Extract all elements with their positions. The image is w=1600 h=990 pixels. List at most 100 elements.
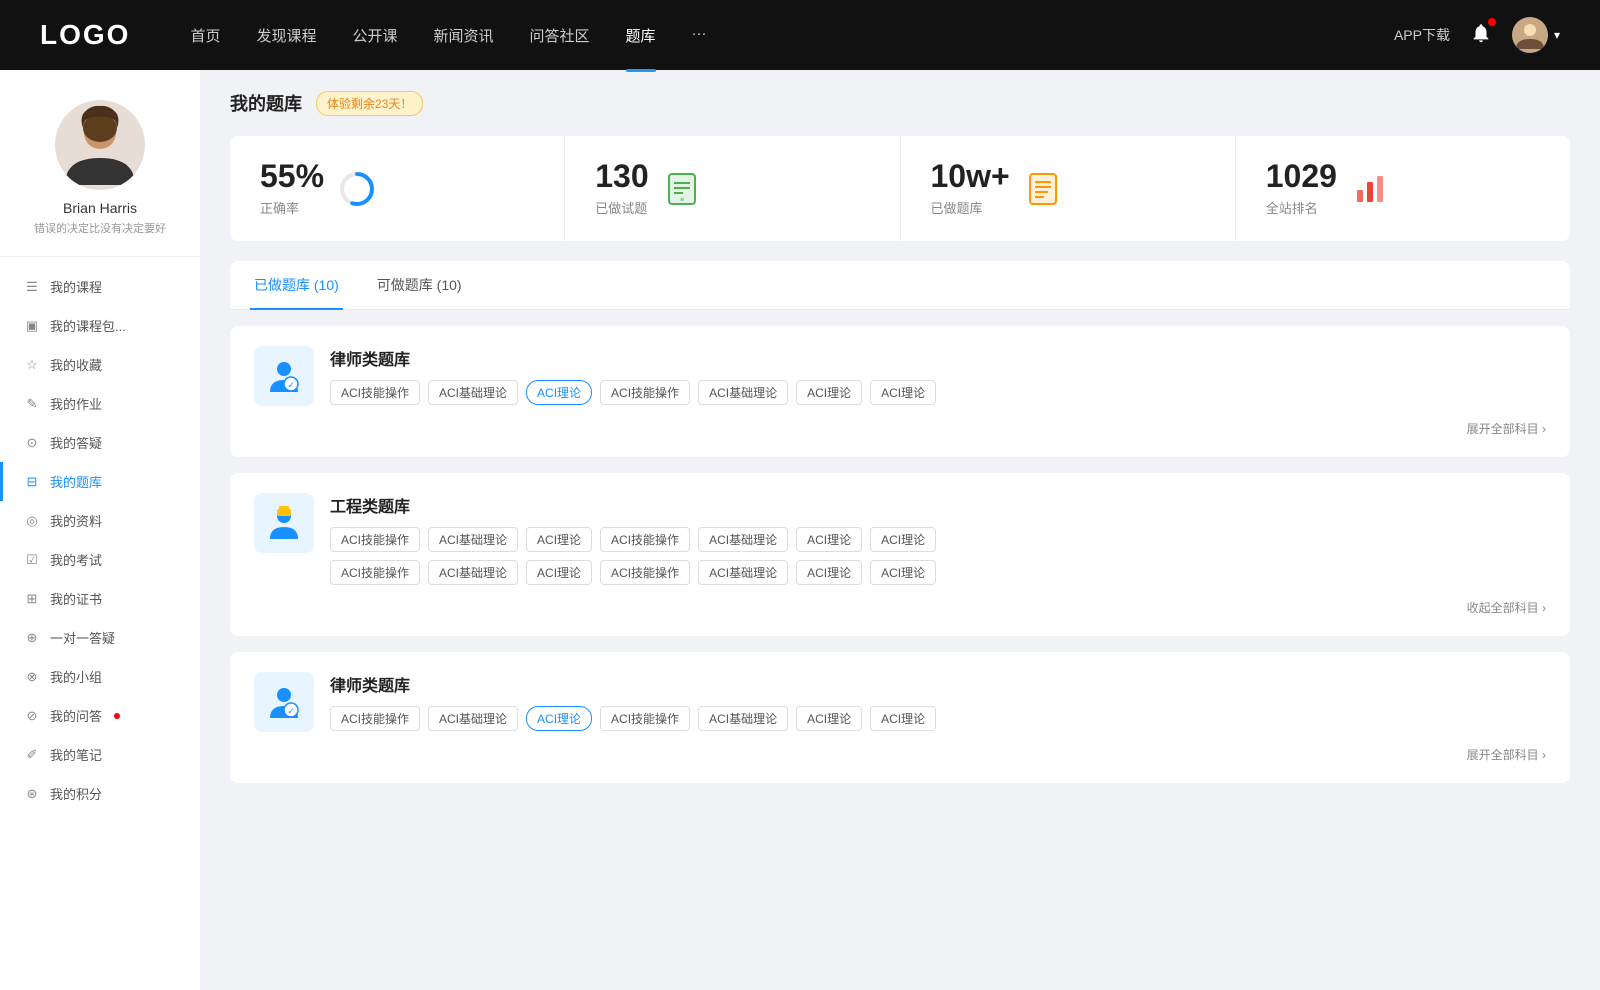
sidebar-item-2[interactable]: ☆ 我的收藏: [0, 345, 200, 384]
sidebar-item-11[interactable]: ⊘ 我的问答: [0, 696, 200, 735]
star-icon: ☆: [24, 357, 40, 373]
unread-badge: [114, 713, 120, 719]
tag[interactable]: ACI理论: [796, 527, 862, 552]
sidebar: Brian Harris 错误的决定比没有决定要好 ☰ 我的课程 ▣ 我的课程包…: [0, 70, 200, 990]
qbank-name: 工程类题库: [330, 493, 1546, 517]
logo[interactable]: LOGO: [40, 19, 130, 51]
avatar: [1512, 17, 1548, 53]
stat-value-1: 130: [595, 160, 648, 192]
tag[interactable]: ACI技能操作: [330, 527, 420, 552]
nav-link-问答社区[interactable]: 问答社区: [530, 21, 590, 50]
sidebar-item-6[interactable]: ◎ 我的资料: [0, 501, 200, 540]
sidebar-item-label: 我的考试: [50, 550, 102, 569]
qbank-card-0: ✓ 律师类题库 ACI技能操作ACI基础理论ACI理论ACI技能操作ACI基础理…: [230, 326, 1570, 457]
sidebar-item-13[interactable]: ⊛ 我的积分: [0, 774, 200, 813]
qbank-header: ✓ 律师类题库 ACI技能操作ACI基础理论ACI理论ACI技能操作ACI基础理…: [254, 346, 1546, 406]
sidebar-item-4[interactable]: ⊙ 我的答疑: [0, 423, 200, 462]
nav-link-公开课[interactable]: 公开课: [352, 21, 397, 50]
qbank-tags: ACI技能操作 ACI基础理论 ACI理论 ACI技能操作 ACI基础理论 ACI理论 AC…: [330, 380, 1546, 405]
nav-link-···[interactable]: ···: [692, 21, 707, 50]
profile-motto: 错误的决定比没有决定要好: [24, 220, 176, 236]
tag[interactable]: ACI技能操作: [330, 706, 420, 731]
tag[interactable]: ACI理论: [796, 560, 862, 585]
qbank-icon: [254, 493, 314, 553]
tag[interactable]: ACI理论: [526, 380, 592, 405]
stat-label-1: 已做试题: [595, 198, 648, 217]
tag[interactable]: ACI理论: [796, 380, 862, 405]
note-icon: ✐: [24, 747, 40, 763]
sidebar-item-9[interactable]: ⊕ 一对一答疑: [0, 618, 200, 657]
nav-link-题库[interactable]: 题库: [626, 21, 656, 50]
sidebar-item-12[interactable]: ✐ 我的笔记: [0, 735, 200, 774]
profile-name: Brian Harris: [63, 200, 137, 216]
tag[interactable]: ACI基础理论: [698, 706, 788, 731]
qbank-name: 律师类题库: [330, 346, 1546, 370]
notif-badge: [1488, 18, 1496, 26]
page-header: 我的题库 体验剩余23天！: [230, 90, 1570, 116]
tag[interactable]: ACI理论: [870, 706, 936, 731]
tag[interactable]: ACI技能操作: [330, 560, 420, 585]
tag[interactable]: ACI基础理论: [428, 706, 518, 731]
stat-label-0: 正确率: [260, 198, 324, 217]
nav-link-首页[interactable]: 首页: [190, 21, 220, 50]
main-layout: Brian Harris 错误的决定比没有决定要好 ☰ 我的课程 ▣ 我的课程包…: [0, 70, 1600, 990]
file-icon: ☰: [24, 279, 40, 295]
expand-link[interactable]: 收起全部科目 ›: [1467, 599, 1546, 616]
tag[interactable]: ACI技能操作: [330, 380, 420, 405]
tag[interactable]: ACI理论: [870, 560, 936, 585]
stat-value-0: 55%: [260, 160, 324, 192]
nav-link-发现课程[interactable]: 发现课程: [256, 21, 316, 50]
tag[interactable]: ACI理论: [870, 527, 936, 552]
qbank-header: 工程类题库 ACI技能操作 ACI基础理论 ACI理论 ACI技能操作 ACI基础理论 A…: [254, 493, 1546, 585]
sidebar-item-0[interactable]: ☰ 我的课程: [0, 267, 200, 306]
tag[interactable]: ACI理论: [526, 560, 592, 585]
tab-row: 已做题库 (10) 可做题库 (10): [230, 261, 1570, 310]
stat-label-3: 全站排名: [1266, 198, 1337, 217]
sidebar-item-5[interactable]: ⊟ 我的题库: [0, 462, 200, 501]
sidebar-item-8[interactable]: ⊞ 我的证书: [0, 579, 200, 618]
tab-1[interactable]: 可做题库 (10): [373, 261, 466, 309]
tag[interactable]: ACI技能操作: [600, 527, 690, 552]
app-download[interactable]: APP下载: [1394, 25, 1450, 45]
points-icon: ⊛: [24, 786, 40, 802]
tag[interactable]: ACI基础理论: [428, 560, 518, 585]
sidebar-item-label: 我的答疑: [50, 433, 102, 452]
doc-icon: ✎: [24, 396, 40, 412]
stat-value-3: 1029: [1266, 160, 1337, 192]
chat-icon: ⊕: [24, 630, 40, 646]
nav-link-新闻资讯[interactable]: 新闻资讯: [434, 21, 494, 50]
expand-link[interactable]: 展开全部科目 ›: [1467, 746, 1546, 763]
sidebar-item-label: 我的笔记: [50, 745, 102, 764]
sidebar-item-10[interactable]: ⊗ 我的小组: [0, 657, 200, 696]
qbank-list: ✓ 律师类题库 ACI技能操作 ACI基础理论 ACI理论 ACI技能操作 ACI基础理…: [230, 326, 1570, 783]
sidebar-item-7[interactable]: ☑ 我的考试: [0, 540, 200, 579]
tag[interactable]: ACI理论: [796, 706, 862, 731]
sidebar-item-label: 我的题库: [50, 472, 102, 491]
group-icon: ⊗: [24, 669, 40, 685]
sidebar-item-label: 我的作业: [50, 394, 102, 413]
notification-icon[interactable]: [1470, 22, 1492, 49]
tag[interactable]: ACI技能操作: [600, 380, 690, 405]
tag[interactable]: ACI基础理论: [698, 527, 788, 552]
tag[interactable]: ACI基础理论: [698, 560, 788, 585]
tag[interactable]: ACI基础理论: [428, 380, 518, 405]
tag[interactable]: ACI理论: [526, 527, 592, 552]
doc-green-icon: ≡: [663, 170, 701, 208]
tag[interactable]: ACI基础理论: [698, 380, 788, 405]
lawyer-icon: ✓: [264, 682, 304, 722]
tag[interactable]: ACI理论: [526, 706, 592, 731]
tag[interactable]: ACI理论: [870, 380, 936, 405]
doc-orange-icon: [1024, 170, 1062, 208]
topnav-right: APP下载 ▾: [1394, 17, 1560, 53]
sidebar-menu: ☰ 我的课程 ▣ 我的课程包... ☆ 我的收藏 ✎ 我的作业 ⊙ 我的答疑 ⊟…: [0, 267, 200, 813]
tag[interactable]: ACI技能操作: [600, 560, 690, 585]
stat-item-1: 130 已做试题 ≡: [565, 136, 900, 241]
tab-0[interactable]: 已做题库 (10): [250, 261, 343, 309]
sidebar-item-1[interactable]: ▣ 我的课程包...: [0, 306, 200, 345]
expand-link[interactable]: 展开全部科目 ›: [1467, 420, 1546, 437]
user-avatar-menu[interactable]: ▾: [1512, 17, 1560, 53]
user-icon: ◎: [24, 513, 40, 529]
sidebar-item-3[interactable]: ✎ 我的作业: [0, 384, 200, 423]
tag[interactable]: ACI技能操作: [600, 706, 690, 731]
tag[interactable]: ACI基础理论: [428, 527, 518, 552]
